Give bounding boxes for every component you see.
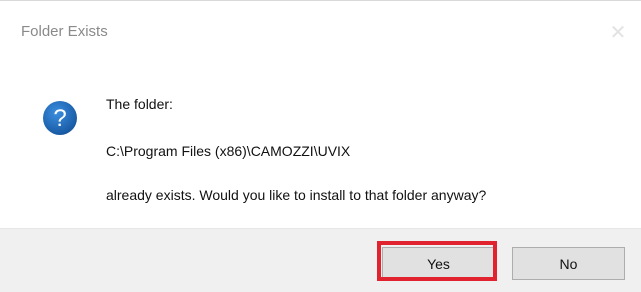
close-button[interactable]: ✕ [595,1,641,63]
yes-button[interactable]: Yes [382,247,495,280]
no-button[interactable]: No [512,247,625,280]
question-icon: ? [43,101,77,135]
button-bar: Yes No [0,228,641,292]
message-line-folder-label: The folder: [106,96,173,112]
message-line-folder-path: C:\Program Files (x86)\CAMOZZI\UVIX [106,143,351,159]
close-icon: ✕ [609,21,627,44]
window-title: Folder Exists [21,23,108,40]
folder-exists-dialog: Folder Exists ✕ ? The folder: C:\Program… [0,0,641,292]
title-bar: Folder Exists ✕ [0,1,641,63]
svg-text:?: ? [53,105,66,132]
message-area: ? The folder: C:\Program Files (x86)\CAM… [0,63,641,228]
message-line-question: already exists. Would you like to instal… [106,187,487,203]
